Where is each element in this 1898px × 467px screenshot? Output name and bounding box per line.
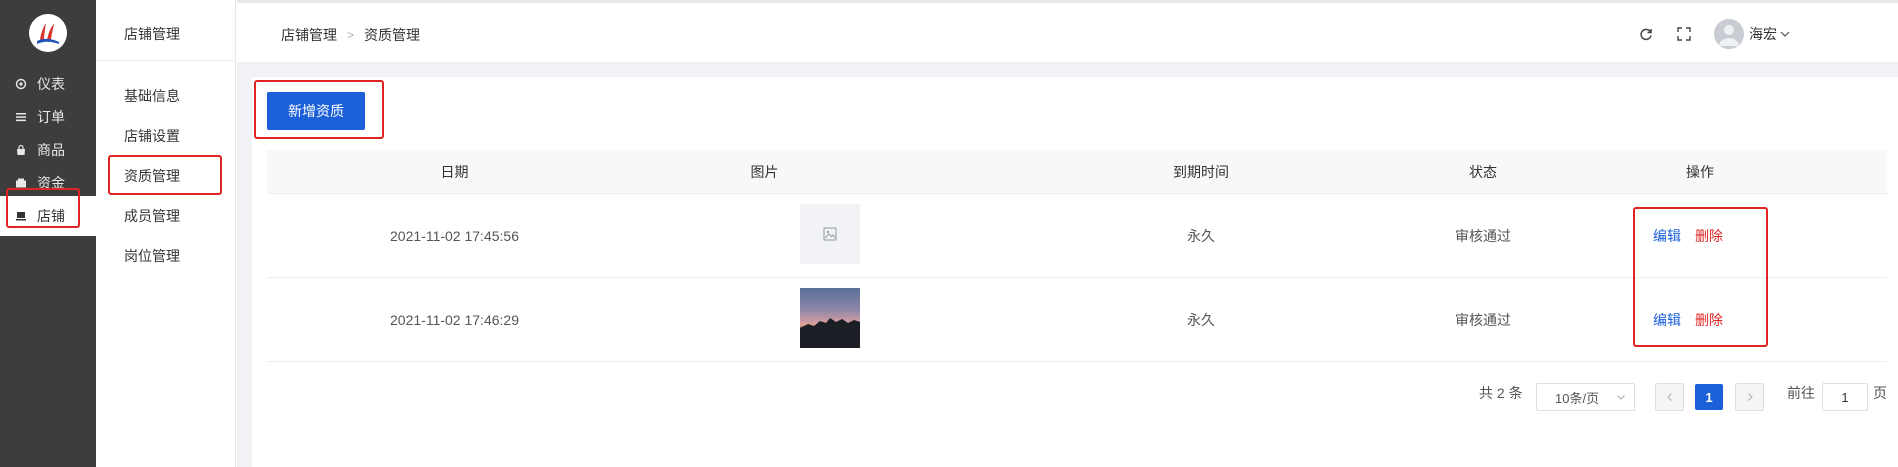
- breadcrumb-item[interactable]: 店铺管理: [281, 25, 337, 45]
- cell-expiry: 永久: [1187, 312, 1215, 328]
- goto-page-input[interactable]: [1822, 383, 1868, 411]
- nav-item-label: 资金: [37, 175, 65, 191]
- total-count: 共 2 条: [1479, 385, 1523, 401]
- table-header: 日期 图片 到期时间 状态 操作: [267, 150, 1887, 194]
- fullscreen-icon[interactable]: [1676, 26, 1692, 42]
- cell-actions: 编辑 删除: [1613, 278, 1763, 362]
- column-header-date: 日期: [440, 164, 469, 180]
- edit-link[interactable]: 编辑: [1653, 228, 1681, 244]
- chevron-right-icon: [1747, 393, 1753, 401]
- delete-link[interactable]: 删除: [1695, 228, 1723, 244]
- nav-item-label: 仪表: [37, 76, 65, 92]
- edit-link[interactable]: 编辑: [1653, 312, 1681, 328]
- menu-item-position-management[interactable]: 岗位管理: [124, 246, 180, 266]
- table-row: 2021-11-02 17:45:56 永久 审核通过 编辑 删除: [267, 194, 1887, 278]
- column-header-actions: 操作: [1686, 164, 1714, 180]
- primary-sidebar: 仪表 订单 商品 资金 店铺: [0, 0, 96, 467]
- nav-item-label: 订单: [37, 109, 65, 125]
- page-size-value: 10条/页: [1555, 390, 1600, 406]
- cell-expiry: 永久: [1187, 228, 1215, 244]
- add-qualification-button[interactable]: 新增资质: [267, 92, 365, 130]
- qualification-image-thumbnail[interactable]: [800, 288, 860, 348]
- delete-link[interactable]: 删除: [1695, 312, 1723, 328]
- secondary-menu: 店铺管理 基础信息 店铺设置 资质管理 成员管理 岗位管理: [96, 0, 236, 467]
- prev-page-button[interactable]: [1655, 383, 1684, 411]
- divider: [96, 60, 236, 61]
- menu-item-basic-info[interactable]: 基础信息: [124, 86, 180, 106]
- goto-label: 前往: [1787, 385, 1815, 401]
- nav-item-store[interactable]: 店铺: [0, 196, 96, 236]
- image-placeholder-icon[interactable]: [800, 204, 860, 264]
- next-page-button[interactable]: [1735, 383, 1764, 411]
- user-name[interactable]: 海宏: [1749, 24, 1777, 44]
- cell-status: 审核通过: [1455, 312, 1511, 328]
- top-bar: 店铺管理 > 资质管理 海宏: [237, 0, 1898, 62]
- column-header-status: 状态: [1469, 164, 1497, 180]
- breadcrumb: 店铺管理 > 资质管理: [281, 25, 420, 45]
- menu-item-member-management[interactable]: 成员管理: [124, 206, 180, 226]
- cell-date: 2021-11-02 17:45:56: [390, 228, 519, 244]
- chevron-left-icon: [1666, 393, 1672, 401]
- cell-date: 2021-11-02 17:46:29: [390, 312, 519, 328]
- page-unit-label: 页: [1873, 385, 1887, 401]
- secondary-menu-title: 店铺管理: [124, 26, 180, 42]
- header-tools: 海宏: [1638, 19, 1791, 49]
- wallet-icon: [15, 177, 27, 189]
- column-header-image: 图片: [750, 164, 779, 180]
- refresh-icon[interactable]: [1638, 26, 1654, 42]
- column-header-expiry: 到期时间: [1173, 164, 1229, 180]
- menu-item-qualification-management[interactable]: 资质管理: [124, 166, 180, 186]
- store-icon: [15, 210, 27, 222]
- chevron-down-icon[interactable]: [1779, 28, 1791, 40]
- gauge-icon: [15, 78, 27, 90]
- chevron-right-icon: >: [347, 28, 355, 42]
- cell-actions: 编辑 删除: [1613, 194, 1763, 278]
- chevron-down-icon: [1616, 392, 1626, 402]
- list-icon: [15, 111, 27, 123]
- page-number-current[interactable]: 1: [1695, 384, 1723, 410]
- brand-logo[interactable]: [29, 14, 67, 52]
- bag-icon: [15, 144, 27, 156]
- avatar[interactable]: [1714, 19, 1744, 49]
- menu-item-store-settings[interactable]: 店铺设置: [124, 126, 180, 146]
- page-size-select[interactable]: 10条/页: [1536, 383, 1635, 411]
- nav-item-label: 商品: [37, 142, 65, 158]
- table-row: 2021-11-02 17:46:29 永久 审核通过 编辑 删除: [267, 278, 1887, 362]
- cell-status: 审核通过: [1455, 228, 1511, 244]
- nav-item-label: 店铺: [37, 208, 65, 224]
- breadcrumb-item: 资质管理: [364, 27, 421, 43]
- qualification-table: 日期 图片 到期时间 状态 操作 2021-11-02 17:45:56 永久 …: [267, 150, 1887, 362]
